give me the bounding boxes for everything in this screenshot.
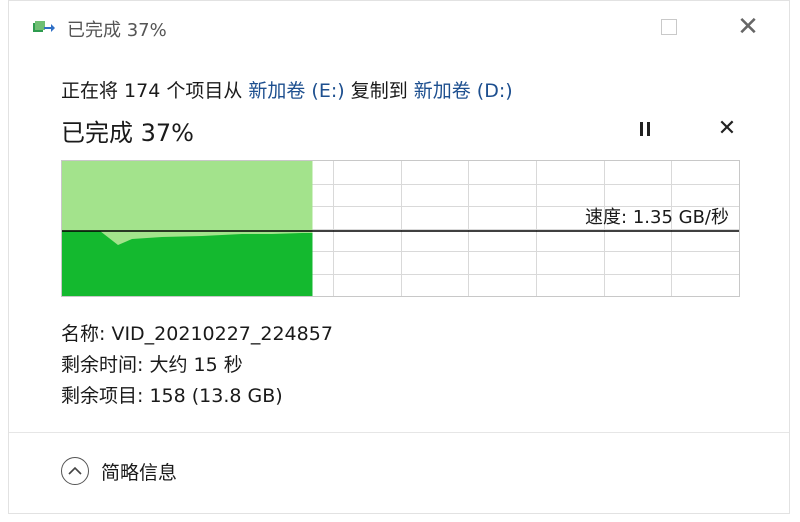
copy-prefix: 正在将 174 个项目从 [61,80,249,102]
divider [9,432,789,433]
window-title: 已完成 37% [67,20,167,41]
destination-link[interactable]: 新加卷 (D:) [414,80,513,102]
copy-description: 正在将 174 个项目从 新加卷 (E:) 复制到 新加卷 (D:) [61,76,513,103]
maximize-button[interactable] [654,13,684,41]
chevron-up-icon [61,457,89,485]
pause-button[interactable] [633,117,657,141]
progress-title: 已完成 37% [61,119,194,147]
fewer-details-label: 简略信息 [101,461,178,484]
source-link[interactable]: 新加卷 (E:) [248,80,344,102]
speed-graph: 速度: 1.35 GB/秒 [61,160,740,297]
pause-icon [638,122,652,136]
speed-label: 速度: 1.35 GB/秒 [585,207,729,228]
copy-dialog: 已完成 37% ✕ 正在将 174 个项目从 新加卷 (E:) 复制到 新加卷 … [8,0,790,514]
title-bar: 已完成 37% ✕ [9,1,789,51]
time-remaining: 剩余时间: 大约 15 秒 [61,354,243,376]
close-button[interactable]: ✕ [733,12,763,42]
cancel-icon: ✕ [717,115,737,141]
copy-files-icon [33,21,55,32]
copy-middle: 复制到 [344,80,414,102]
speed-area [62,231,313,296]
items-remaining: 剩余项目: 158 (13.8 GB) [61,385,283,407]
maximize-icon [661,19,677,35]
close-icon: ✕ [737,12,759,42]
file-name: 名称: VID_20210227_224857 [61,323,333,345]
fewer-details-button[interactable]: 简略信息 [61,453,177,489]
cancel-button[interactable]: ✕ [715,115,739,141]
